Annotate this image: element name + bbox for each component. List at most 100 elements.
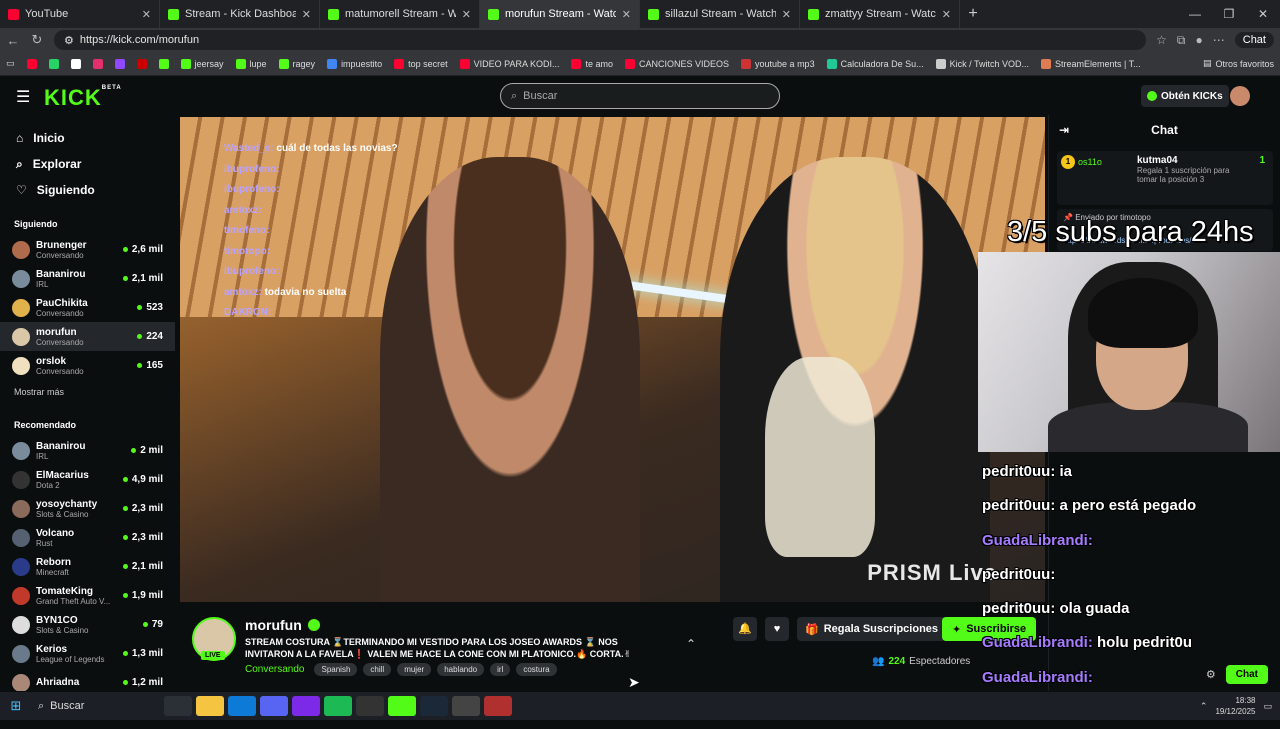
stream-tag[interactable]: costura [516,663,557,676]
spotify-icon[interactable] [324,696,352,716]
browser-tab[interactable]: sillazul Stream - Watch Live o ✕ [640,0,800,28]
streamer-name[interactable]: morufun [245,617,302,633]
bookmarks-menu-icon[interactable]: ▭ [6,58,15,69]
stream-category[interactable]: Conversando [245,664,304,675]
follow-button[interactable]: ♥ [765,617,789,641]
task-view-icon[interactable] [164,696,192,716]
bookmark-item[interactable] [114,58,125,69]
extensions-icon[interactable]: ⧉ [1177,33,1186,48]
search-input[interactable]: ⌕ Buscar [500,83,780,109]
sidebar-channel[interactable]: ElMacarius Dota 2 4,9 mil [0,465,175,494]
stream-tag[interactable]: irl [490,663,511,676]
bookmark-item[interactable]: StreamElements | T... [1040,58,1141,69]
clock[interactable]: 18:38 19/12/2025 [1215,695,1255,717]
bookmark-item[interactable] [26,58,37,69]
bookmark-item[interactable]: VIDEO PARA KODI... [459,58,559,69]
new-tab-icon[interactable]: + [960,5,986,23]
taskbar-search[interactable]: ⌕ Buscar [32,695,162,717]
site-info-icon[interactable]: ⚙ [64,34,74,47]
gift-subs-button[interactable]: 🎁 Regala Suscripciones [797,617,947,641]
url-field[interactable]: ⚙ https://kick.com/morufun [54,30,1147,50]
notification-bell-button[interactable]: 🔔 [733,617,757,641]
windows-start-icon[interactable]: ⊞ [0,698,32,714]
sidebar-channel[interactable]: Reborn Minecraft 2,1 mil [0,552,175,581]
sidebar-channel[interactable]: PauChikita Conversando 523 [0,293,175,322]
bookmark-item[interactable] [48,58,59,69]
epic-icon[interactable] [452,696,480,716]
bookmark-item[interactable]: jeersay [180,58,224,69]
bookmark-item[interactable] [136,58,147,69]
star-icon[interactable]: ☆ [1156,33,1167,47]
get-kicks-button[interactable]: Obtén KICKs [1141,85,1229,107]
browser-tab[interactable]: Stream - Kick Dashboard ✕ [160,0,320,28]
tab-close-icon[interactable]: ✕ [782,8,791,21]
bookmark-item[interactable]: Calculadora De Su... [826,58,924,69]
winrar-icon[interactable] [484,696,512,716]
copilot-chat-button[interactable]: Chat [1234,32,1274,48]
kick-icon[interactable] [388,696,416,716]
back-icon[interactable]: ← [6,33,20,48]
close-icon[interactable]: ✕ [1246,0,1280,28]
sidebar-nav-home[interactable]: ⌂ Inicio [0,125,175,151]
browser-tab[interactable]: matumorell Stream - Watch Li ✕ [320,0,480,28]
bookmark-item[interactable] [158,58,169,69]
sidebar-channel[interactable]: Bananirou IRL 2 mil [0,436,175,465]
canva-icon[interactable] [292,696,320,716]
sidebar-channel[interactable]: Brunenger Conversando 2,6 mil [0,235,175,264]
bookmark-item[interactable]: top secret [394,58,448,69]
tab-close-icon[interactable]: ✕ [462,8,471,21]
collapse-chat-icon[interactable]: ⇥ [1059,123,1069,137]
bookmark-favicon-icon [625,58,635,69]
menu-dots-icon[interactable]: ⋯ [1213,33,1225,47]
profile-icon[interactable]: ● [1196,33,1203,47]
bookmark-item[interactable]: youtube a mp3 [741,58,815,69]
chevron-up-icon[interactable]: ⌃ [686,637,696,651]
file-explorer-icon[interactable] [196,696,224,716]
reload-icon[interactable]: ↻ [30,32,44,48]
sidebar-channel[interactable]: Ahriadna 1,2 mil [0,668,175,691]
edge-icon[interactable] [228,696,256,716]
kick-logo[interactable]: KICKBETA [44,85,122,111]
stream-tag[interactable]: chill [363,663,392,676]
discord-icon[interactable] [260,696,288,716]
bookmark-item[interactable]: CANCIONES VIDEOS [625,58,729,69]
maximize-icon[interactable]: ❐ [1212,0,1246,28]
sidebar-nav-explore[interactable]: ⌕ Explorar [0,151,175,177]
bookmark-item[interactable] [92,58,103,69]
bookmark-item[interactable]: te amo [571,58,613,69]
browser-tab[interactable]: zmattyy Stream - Watch Live ✕ [800,0,960,28]
minimize-icon[interactable]: — [1178,0,1212,28]
bookmark-item[interactable] [70,58,81,69]
sidebar-channel[interactable]: BYN1CO Slots & Casino 79 [0,610,175,639]
bookmark-item[interactable]: Kick / Twitch VOD... [935,58,1029,69]
stream-tag[interactable]: mujer [397,663,432,676]
notification-icon[interactable]: ▭ [1263,701,1272,712]
tab-close-icon[interactable]: ✕ [302,8,311,21]
bookmarks-other-folder[interactable]: ▤ Otros favoritos [1203,58,1274,69]
tab-close-icon[interactable]: ✕ [942,8,951,21]
obs-icon[interactable] [356,696,384,716]
sidebar-channel[interactable]: Bananirou IRL 2,1 mil [0,264,175,293]
video-player[interactable]: Wasted_e: cuál de todas las novias? ibupr… [180,117,1045,602]
stream-tag[interactable]: Spanish [314,663,358,676]
tab-close-icon[interactable]: ✕ [142,8,151,21]
show-more-link[interactable]: Mostrar más [0,380,175,404]
user-avatar[interactable] [1230,86,1250,106]
sidebar-channel[interactable]: morufun Conversando 224 [0,322,175,351]
sidebar-channel[interactable]: yosoychanty Slots & Casino 2,3 mil [0,494,175,523]
steam-icon[interactable] [420,696,448,716]
bookmark-item[interactable]: impuestito [327,58,382,69]
browser-tab[interactable]: YouTube ✕ [0,0,160,28]
sidebar-channel[interactable]: orslok Conversando 165 [0,351,175,380]
sidebar-channel[interactable]: TomateKing Grand Theft Auto V... 1,9 mil [0,581,175,610]
sidebar-nav-following[interactable]: ♡ Siguiendo [0,177,175,203]
stream-tag[interactable]: hablando [437,663,485,676]
bookmark-item[interactable]: ragey [278,58,315,69]
browser-tab[interactable]: morufun Stream - Watch Live ✕ [480,0,640,28]
sidebar-channel[interactable]: Volcano Rust 2,3 mil [0,523,175,552]
hamburger-menu-icon[interactable]: ☰ [16,87,30,107]
tray-chevron-icon[interactable]: ⌃ [1200,701,1208,712]
bookmark-item[interactable]: lupe [235,58,267,69]
sidebar-channel[interactable]: Kerios League of Legends 1,3 mil [0,639,175,668]
tab-close-icon[interactable]: ✕ [622,8,631,21]
